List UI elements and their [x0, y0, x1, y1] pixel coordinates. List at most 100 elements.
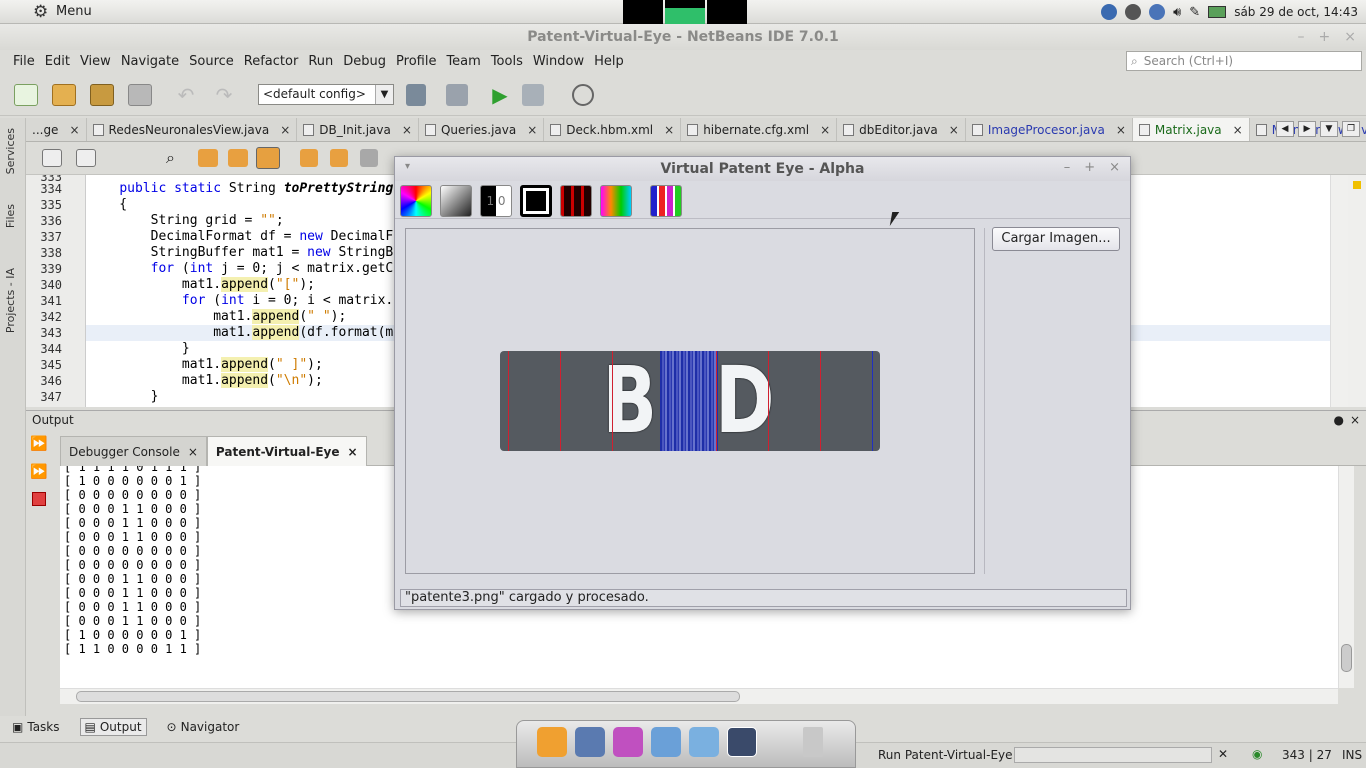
- close-icon[interactable]: ×: [820, 123, 830, 137]
- close-icon[interactable]: ×: [1233, 123, 1243, 137]
- history-icon[interactable]: [76, 149, 96, 167]
- close-icon[interactable]: ×: [664, 123, 674, 137]
- menu-debug[interactable]: Debug: [338, 54, 391, 69]
- window-menu-icon[interactable]: ▾: [405, 161, 410, 172]
- config-select[interactable]: <default config> ▼: [258, 84, 394, 105]
- info-shield-icon[interactable]: [1149, 4, 1166, 20]
- menu-file[interactable]: File: [8, 54, 40, 69]
- files-tab[interactable]: Files: [4, 204, 17, 228]
- trash-icon[interactable]: [803, 727, 823, 757]
- close-icon[interactable]: ×: [527, 123, 537, 137]
- scroll-thumb[interactable]: [76, 691, 740, 702]
- open-project-icon[interactable]: [90, 84, 114, 106]
- profile-icon[interactable]: [572, 84, 594, 106]
- minimize-icon[interactable]: –: [1064, 160, 1071, 175]
- menu-help[interactable]: Help: [589, 54, 629, 69]
- warning-marker-icon[interactable]: [1353, 181, 1361, 189]
- find-prev-icon[interactable]: [198, 149, 218, 167]
- projects-tab[interactable]: Projects - IA: [4, 268, 17, 333]
- load-image-button[interactable]: Cargar Imagen...: [992, 227, 1120, 251]
- tab-dbeditor[interactable]: dbEditor.java ×: [837, 118, 966, 141]
- tab-hibernate-cfg[interactable]: hibernate.cfg.xml ×: [681, 118, 838, 141]
- run-status-label[interactable]: Run Patent-Virtual-Eye: [878, 748, 1013, 762]
- output-vertical-scrollbar[interactable]: [1338, 466, 1354, 688]
- border-icon[interactable]: [520, 185, 552, 217]
- close-icon[interactable]: ×: [348, 445, 358, 459]
- grayscale-icon[interactable]: [440, 185, 472, 217]
- tab-imageprocesor[interactable]: ImageProcesor.java ×: [966, 118, 1133, 141]
- mail-app-icon[interactable]: [575, 727, 605, 757]
- find-icon[interactable]: ⌕: [166, 149, 190, 171]
- clean-build-icon[interactable]: [446, 84, 468, 106]
- tab-redesneuronalesview[interactable]: RedesNeuronalesView.java ×: [87, 118, 298, 141]
- undo-icon[interactable]: ↶: [174, 84, 198, 106]
- close-icon[interactable]: ×: [1116, 123, 1126, 137]
- minimize-dot-icon[interactable]: ●: [1334, 411, 1344, 429]
- close-icon[interactable]: ×: [69, 123, 79, 137]
- menu-view[interactable]: View: [75, 54, 116, 69]
- save-all-icon[interactable]: [128, 84, 152, 106]
- back-icon[interactable]: [42, 149, 62, 167]
- grid-icon[interactable]: [560, 185, 592, 217]
- menu-run[interactable]: Run: [303, 54, 338, 69]
- tab-debugger-console[interactable]: Debugger Console ×: [60, 436, 207, 466]
- editor-scrollbar[interactable]: [1330, 175, 1348, 407]
- netbeans-icon[interactable]: [689, 727, 719, 757]
- menu-window[interactable]: Window: [528, 54, 589, 69]
- menu-navigate[interactable]: Navigate: [116, 54, 184, 69]
- toggle-bookmark-icon[interactable]: [360, 149, 378, 167]
- menu-profile[interactable]: Profile: [391, 54, 441, 69]
- tab-db-init[interactable]: DB_Init.java ×: [297, 118, 419, 141]
- netbeans-icon[interactable]: [651, 727, 681, 757]
- scroll-right-icon[interactable]: ▶: [1298, 121, 1316, 137]
- volume-icon[interactable]: 🔊︎: [1173, 5, 1181, 20]
- histogram-icon[interactable]: [650, 185, 682, 217]
- close-icon[interactable]: ×: [188, 445, 198, 459]
- redo-icon[interactable]: ↷: [212, 84, 236, 106]
- close-icon[interactable]: ×: [949, 123, 959, 137]
- menu-source[interactable]: Source: [184, 54, 239, 69]
- close-icon[interactable]: ×: [402, 123, 412, 137]
- stop-icon[interactable]: [32, 492, 46, 506]
- tasks-button[interactable]: ▣ Tasks: [8, 719, 64, 735]
- binarize-icon[interactable]: 1 0: [480, 185, 512, 217]
- tab-ge[interactable]: ...ge ×: [26, 118, 87, 141]
- clock[interactable]: sáb 29 de oct, 14:43: [1234, 5, 1358, 19]
- cancel-icon[interactable]: ✕: [1218, 747, 1228, 761]
- services-tab[interactable]: Services: [4, 128, 17, 174]
- tab-matrix[interactable]: Matrix.java ×: [1132, 118, 1250, 141]
- close-icon[interactable]: ×: [1344, 29, 1356, 45]
- close-icon[interactable]: ×: [1350, 411, 1360, 429]
- navigator-button[interactable]: ⊙ Navigator: [163, 719, 244, 735]
- minimize-icon[interactable]: –: [1298, 29, 1305, 45]
- tab-queries[interactable]: Queries.java ×: [419, 118, 545, 141]
- scroll-left-icon[interactable]: ◀: [1276, 121, 1294, 137]
- chat-icon[interactable]: [1125, 4, 1142, 20]
- eye-app-icon[interactable]: [537, 727, 567, 757]
- prev-bookmark-icon[interactable]: [300, 149, 318, 167]
- battery-icon[interactable]: [1208, 6, 1227, 18]
- next-bookmark-icon[interactable]: [330, 149, 348, 167]
- maximize-icon[interactable]: +: [1319, 29, 1331, 45]
- search-input[interactable]: ⌕ Search (Ctrl+I): [1126, 51, 1362, 71]
- find-next-icon[interactable]: [228, 149, 248, 167]
- updates-icon[interactable]: ◉: [1252, 747, 1262, 761]
- restore-window-icon[interactable]: ❐: [1342, 121, 1360, 137]
- virtual-eye-app-icon[interactable]: [727, 727, 757, 757]
- scroll-thumb[interactable]: [1341, 644, 1352, 672]
- chat-app-icon[interactable]: [613, 727, 643, 757]
- output-horizontal-scrollbar[interactable]: [60, 688, 1338, 704]
- color-wheel-icon[interactable]: [400, 185, 432, 217]
- close-icon[interactable]: ×: [1109, 160, 1120, 175]
- toggle-highlight-icon[interactable]: [256, 147, 280, 169]
- rerun-icon[interactable]: ⏩: [30, 436, 47, 452]
- maximize-icon[interactable]: +: [1084, 160, 1095, 175]
- menu-tools[interactable]: Tools: [486, 54, 528, 69]
- rerun-different-icon[interactable]: ⏩: [30, 464, 47, 480]
- new-project-icon[interactable]: [52, 84, 76, 106]
- menu-team[interactable]: Team: [441, 54, 485, 69]
- run-icon[interactable]: ▶: [488, 84, 512, 106]
- menu-refactor[interactable]: Refactor: [239, 54, 304, 69]
- network-icon[interactable]: ✎: [1189, 5, 1200, 20]
- output-button[interactable]: ▤ Output: [79, 718, 147, 736]
